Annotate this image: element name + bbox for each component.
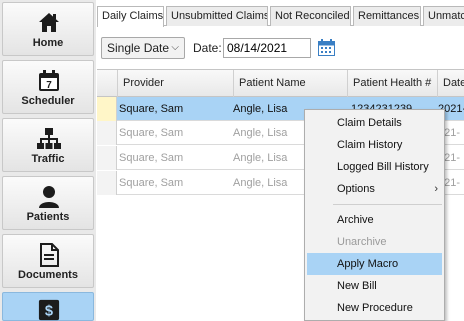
dollar-icon: $ xyxy=(38,299,60,321)
chevron-down-icon: ⌵ xyxy=(171,42,179,53)
cell-provider: Square, Sam xyxy=(119,103,184,115)
tab-unmatched[interactable]: Unmatc xyxy=(423,6,464,26)
sidebar-item-label: Patients xyxy=(26,211,70,223)
row-marker xyxy=(97,171,117,195)
cell-provider: Square, Sam xyxy=(119,152,184,164)
menu-item-label: New Bill xyxy=(337,280,377,292)
sidebar-item-label: Documents xyxy=(18,269,78,281)
cell-provider: Square, Sam xyxy=(119,177,184,189)
row-marker xyxy=(97,121,117,145)
column-header-health-number[interactable]: Patient Health # xyxy=(347,70,437,97)
grid-header: Provider Patient Name Patient Health # D… xyxy=(97,70,464,97)
menu-item-new-bill[interactable]: New Bill xyxy=(307,275,442,297)
sidebar-item-label: Home xyxy=(32,37,64,49)
menu-item-label: New Procedure xyxy=(337,302,413,314)
date-mode-value: Single Date xyxy=(107,41,170,55)
menu-item-unarchive[interactable]: Unarchive xyxy=(307,231,442,253)
svg-text:$: $ xyxy=(45,304,53,320)
row-marker-header xyxy=(97,70,117,97)
tab-unsubmitted-claims[interactable]: Unsubmitted Claims xyxy=(166,6,268,26)
menu-item-label: Archive xyxy=(337,214,374,226)
sidebar-item-label: Scheduler xyxy=(21,95,75,107)
calendar-picker-icon[interactable] xyxy=(318,39,335,56)
sidebar-item-scheduler[interactable]: 7 Scheduler xyxy=(2,60,94,114)
calendar-icon: 7 xyxy=(39,70,59,91)
sidebar-item-documents[interactable]: Documents xyxy=(2,234,94,288)
menu-item-logged-bill-history[interactable]: Logged Bill History xyxy=(307,156,442,178)
column-header-date[interactable]: Date xyxy=(437,70,464,97)
menu-item-claim-details[interactable]: Claim Details xyxy=(307,112,442,134)
menu-item-label: Logged Bill History xyxy=(337,161,429,173)
menu-item-label: Claim Details xyxy=(337,117,402,129)
menu-item-label: Apply Macro xyxy=(337,258,399,270)
row-marker xyxy=(97,146,117,170)
date-field[interactable] xyxy=(223,38,311,58)
sidebar-item-traffic[interactable]: Traffic xyxy=(2,118,94,172)
menu-item-label: Options xyxy=(337,183,375,195)
menu-item-archive[interactable]: Archive xyxy=(307,209,442,231)
menu-item-new-procedure[interactable]: New Procedure xyxy=(307,297,442,319)
org-chart-icon xyxy=(37,128,61,149)
person-icon xyxy=(39,186,59,208)
sidebar-item-billing[interactable]: $ xyxy=(2,292,94,321)
menu-item-claim-history[interactable]: Claim History xyxy=(307,134,442,156)
date-label: Date: xyxy=(193,41,222,55)
home-icon xyxy=(39,13,59,32)
menu-item-label: Claim History xyxy=(337,139,403,151)
menu-item-options[interactable]: Options › xyxy=(307,178,442,200)
tab-daily-claims[interactable]: Daily Claims xyxy=(97,6,164,27)
cell-provider: Square, Sam xyxy=(119,127,184,139)
sidebar-item-home[interactable]: Home xyxy=(2,2,94,56)
tab-remittances[interactable]: Remittances xyxy=(353,6,421,26)
menu-item-label: Unarchive xyxy=(337,236,387,248)
context-menu: Claim Details Claim History Logged Bill … xyxy=(304,109,445,321)
menu-item-apply-macro[interactable]: Apply Macro xyxy=(307,253,442,275)
column-header-patient-name[interactable]: Patient Name xyxy=(233,70,347,97)
date-mode-select[interactable]: Single Date ⌵ xyxy=(101,37,185,59)
sidebar: Home 7 Scheduler Traffic Patients Docume… xyxy=(0,0,96,321)
row-marker xyxy=(97,97,117,121)
svg-text:7: 7 xyxy=(46,80,52,91)
sidebar-item-patients[interactable]: Patients xyxy=(2,176,94,230)
document-icon xyxy=(40,243,59,267)
menu-separator xyxy=(333,204,442,205)
sidebar-item-label: Traffic xyxy=(31,153,65,165)
chevron-right-icon: › xyxy=(434,183,438,195)
tab-not-reconciled[interactable]: Not Reconciled xyxy=(270,6,351,26)
column-header-provider[interactable]: Provider xyxy=(117,70,233,97)
